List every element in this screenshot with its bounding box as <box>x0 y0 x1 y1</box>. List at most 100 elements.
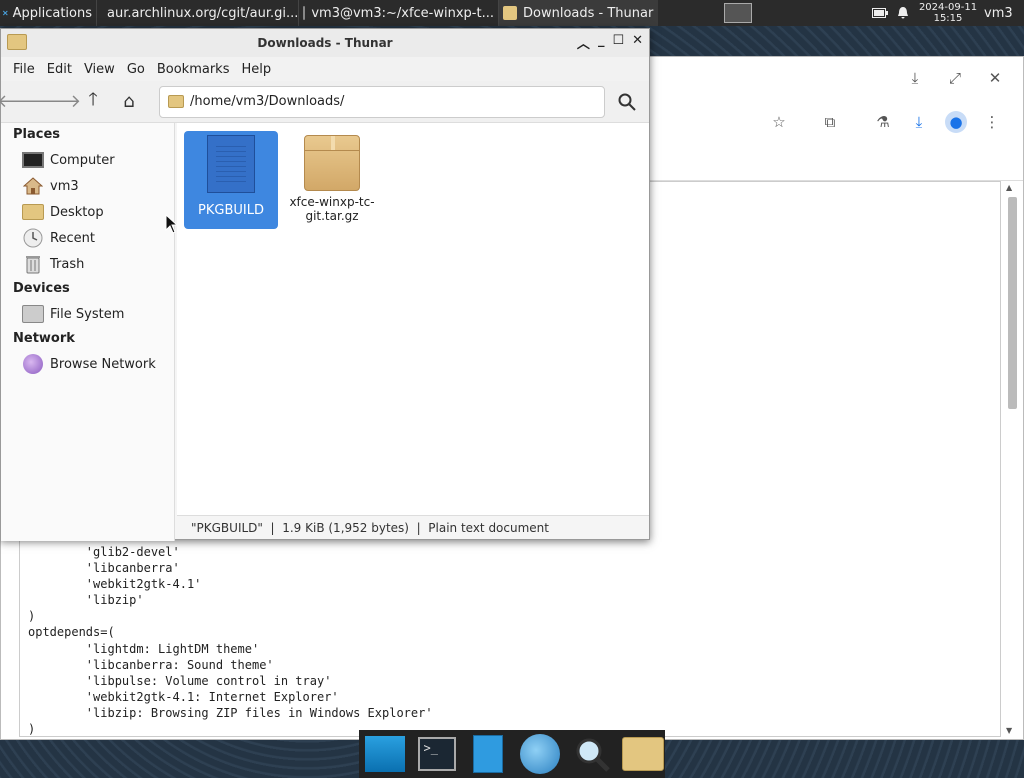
extensions-icon[interactable]: ⧉ <box>818 113 842 131</box>
menu-view[interactable]: View <box>78 62 121 77</box>
archive-package-icon <box>304 135 360 191</box>
close-icon[interactable]: ✕ <box>983 69 1007 87</box>
code-line: 'glib2-devel' <box>28 545 180 559</box>
file-item-pkgbuild[interactable]: PKGBUILD <box>184 131 278 229</box>
top-panel: Applications aur.archlinux.org/cgit/aur.… <box>0 0 1024 26</box>
browser-menu-icon[interactable]: ⋮ <box>980 113 1004 131</box>
file-name: PKGBUILD <box>198 203 264 218</box>
window-title: Downloads - Thunar <box>257 36 393 50</box>
back-arrow-icon[interactable]: 🡐 <box>0 88 45 116</box>
workspace-icon <box>724 3 752 23</box>
maximize-icon[interactable]: ⤢ <box>943 69 967 87</box>
dock-item-file-manager[interactable] <box>621 733 665 775</box>
statusbar: "PKGBUILD" | 1.9 KiB (1,952 bytes) | Pla… <box>177 515 649 539</box>
applications-menu[interactable]: Applications <box>0 0 96 26</box>
sidebar-item-label: Computer <box>50 152 115 168</box>
computer-icon <box>21 150 45 170</box>
folder-icon <box>21 202 45 222</box>
download-indicator-icon[interactable]: ⤓ <box>903 69 927 87</box>
up-arrow-icon[interactable]: 🡑 <box>79 88 107 116</box>
code-line: optdepends=( <box>28 625 115 640</box>
xfce-logo-icon <box>2 10 8 16</box>
sidebar-item-desktop[interactable]: Desktop <box>1 199 174 225</box>
dock-item-file-cabinet[interactable] <box>466 733 510 775</box>
code-line: 'libcanberra' <box>28 561 180 576</box>
user-menu[interactable]: vm3 <box>980 0 1016 26</box>
code-line: 'libzip' <box>28 593 144 608</box>
labs-flask-icon[interactable]: ⚗ <box>871 113 895 131</box>
taskbar-item-label: Downloads - Thunar <box>523 5 654 21</box>
trash-icon <box>21 254 45 274</box>
forward-arrow-icon[interactable]: 🡒 <box>33 88 81 116</box>
clock-date: 2024-09-11 <box>918 2 978 13</box>
taskbar-item-terminal[interactable]: vm3@vm3:~/xfce-winxp-t... <box>298 0 498 26</box>
shade-icon[interactable]: ︿ <box>577 33 590 52</box>
pkgbuild-source: 'glib2-devel' 'libcanberra' 'webkit2gtk-… <box>28 544 433 737</box>
code-line: 'webkit2gtk-4.1: Internet Explorer' <box>28 689 339 704</box>
file-icon-view[interactable]: PKGBUILD xfce-winxp-tc-git.tar.gz <box>177 123 649 515</box>
code-line: 'libcanberra: Sound theme' <box>28 657 274 672</box>
folder-icon <box>7 34 27 50</box>
sidebar-item-computer[interactable]: Computer <box>1 147 174 173</box>
menu-help[interactable]: Help <box>235 62 277 77</box>
globe-icon <box>519 734 560 774</box>
profile-avatar-icon[interactable]: ● <box>944 111 968 133</box>
sidebar: Places Computer vm3 Desktop Recent Trash… <box>1 123 175 541</box>
close-icon[interactable]: ✕ <box>632 33 643 52</box>
location-path: /home/vm3/Downloads/ <box>190 94 345 109</box>
clock[interactable]: 2024-09-11 15:15 <box>916 0 980 26</box>
sidebar-item-recent[interactable]: Recent <box>1 225 174 251</box>
text-file-icon <box>207 135 255 193</box>
dock-item-show-desktop[interactable] <box>363 733 407 775</box>
taskbar-item-browser[interactable]: aur.archlinux.org/cgit/aur.gi... <box>96 0 298 26</box>
mouse-cursor-icon <box>165 214 177 234</box>
thunar-window: Downloads - Thunar ︿ _ ☐ ✕ File Edit Vie… <box>0 28 650 541</box>
notification-bell-icon[interactable] <box>892 0 916 26</box>
home-icon[interactable]: ⌂ <box>115 88 143 116</box>
code-line: 'webkit2gtk-4.1' <box>28 577 202 592</box>
drive-icon <box>21 304 45 324</box>
magnifier-icon <box>576 738 610 772</box>
sidebar-item-label: Trash <box>50 256 85 272</box>
home-folder-icon <box>21 176 45 196</box>
location-bar[interactable]: /home/vm3/Downloads/ <box>159 85 605 118</box>
sidebar-item-home[interactable]: vm3 <box>1 173 174 199</box>
taskbar-item-thunar[interactable]: Downloads - Thunar <box>498 0 658 26</box>
dock-item-terminal[interactable]: >_ <box>415 733 459 775</box>
sidebar-header-network: Network <box>13 331 75 346</box>
downloads-icon[interactable]: ⤓ <box>907 113 931 131</box>
menu-file[interactable]: File <box>7 62 41 77</box>
taskbar-item-label: aur.archlinux.org/cgit/aur.gi... <box>107 5 298 21</box>
terminal-icon <box>303 6 306 20</box>
status-text: "PKGBUILD" | 1.9 KiB (1,952 bytes) | Pla… <box>191 520 549 535</box>
menu-go[interactable]: Go <box>121 62 151 77</box>
dock-item-search[interactable] <box>570 733 614 775</box>
code-line: 'libpulse: Volume control in tray' <box>28 673 332 688</box>
sidebar-item-browse-network[interactable]: Browse Network <box>1 351 174 377</box>
code-line: ) <box>28 609 36 624</box>
file-item-tarball[interactable]: xfce-winxp-tc-git.tar.gz <box>285 131 379 229</box>
sidebar-item-label: Desktop <box>50 204 104 220</box>
user-name: vm3 <box>984 5 1013 21</box>
sidebar-item-label: Browse Network <box>50 356 156 372</box>
file-name: xfce-winxp-tc-git.tar.gz <box>289 195 375 223</box>
bookmark-star-icon[interactable]: ☆ <box>767 113 791 131</box>
menubar: File Edit View Go Bookmarks Help <box>1 57 649 81</box>
menu-edit[interactable]: Edit <box>41 62 78 77</box>
search-icon[interactable] <box>613 88 641 116</box>
minimize-icon[interactable]: _ <box>598 33 605 52</box>
taskbar-item-label: vm3@vm3:~/xfce-winxp-t... <box>311 5 494 21</box>
sidebar-item-trash[interactable]: Trash <box>1 251 174 277</box>
terminal-icon: >_ <box>417 737 456 771</box>
network-globe-icon <box>21 354 45 374</box>
battery-icon[interactable] <box>868 0 892 26</box>
dock-item-web-browser[interactable] <box>518 733 562 775</box>
thunar-titlebar[interactable]: Downloads - Thunar ︿ _ ☐ ✕ <box>1 29 649 57</box>
maximize-icon[interactable]: ☐ <box>612 33 624 52</box>
sidebar-item-filesystem[interactable]: File System <box>1 301 174 327</box>
sidebar-item-label: File System <box>50 306 125 322</box>
menu-bookmarks[interactable]: Bookmarks <box>151 62 236 77</box>
scrollbar-thumb[interactable] <box>1008 197 1017 409</box>
browser-scrollbar[interactable]: ▲ ▼ <box>1005 183 1019 735</box>
workspace-switcher[interactable] <box>720 0 760 26</box>
